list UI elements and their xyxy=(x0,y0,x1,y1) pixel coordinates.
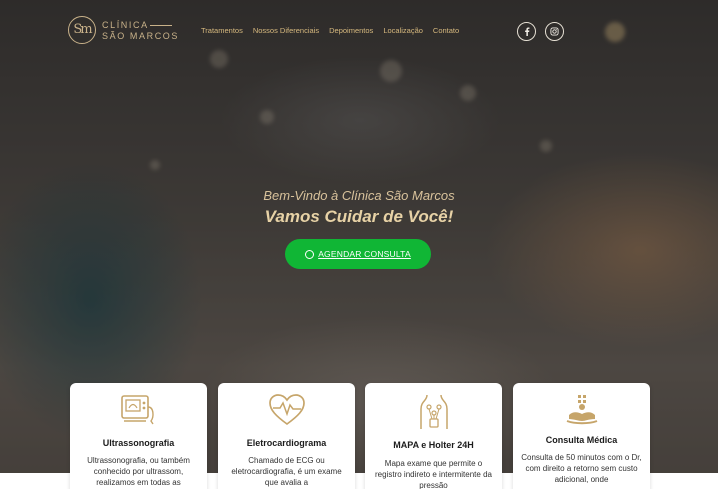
logo-line-2: SÃO MARCOS xyxy=(102,31,180,41)
holter-body-icon xyxy=(419,394,448,429)
heart-pulse-icon xyxy=(268,394,305,426)
schedule-appointment-label: AGENDAR CONSULTA xyxy=(318,249,411,259)
service-description: Chamado de ECG ou eletrocardiografia, é … xyxy=(231,456,342,487)
facebook-icon[interactable] xyxy=(517,22,536,41)
nav-localizacao[interactable]: Localização xyxy=(383,26,423,35)
service-description: Consulta de 50 minutos com o Dr, com dir… xyxy=(521,453,642,484)
whatsapp-icon xyxy=(305,249,315,259)
main-menu: Tratamentos Nossos Diferenciais Depoimen… xyxy=(201,26,459,35)
service-card-consulta-medica[interactable]: Consulta Médica Consulta de 50 minutos c… xyxy=(513,383,650,489)
clinic-logo[interactable]: Sm CLÍNICA SÃO MARCOS xyxy=(68,16,180,46)
logo-monogram: Sm xyxy=(68,16,96,44)
hero-title: Vamos Cuidar de Você! xyxy=(264,207,454,226)
nav-contato[interactable]: Contato xyxy=(433,26,459,35)
service-card-mapa-holter[interactable]: MAPA e Holter 24H Mapa exame que permite… xyxy=(365,383,502,489)
logo-line-1: CLÍNICA xyxy=(102,20,149,30)
service-title: Ultrassonografia xyxy=(102,438,175,448)
top-navbar: Sm CLÍNICA SÃO MARCOS Tratamentos Nossos… xyxy=(0,0,718,62)
schedule-appointment-button[interactable]: AGENDAR CONSULTA xyxy=(285,239,431,269)
nav-nossos-diferenciais[interactable]: Nossos Diferenciais xyxy=(253,26,319,35)
service-card-ultrassonografia[interactable]: Ultrassonografia Ultrassonografia, ou ta… xyxy=(70,383,207,489)
nav-tratamentos[interactable]: Tratamentos xyxy=(201,26,243,35)
logo-divider xyxy=(150,25,172,26)
ultrasound-machine-icon xyxy=(120,395,154,425)
service-title: MAPA e Holter 24H xyxy=(393,440,474,450)
instagram-icon[interactable] xyxy=(545,22,564,41)
service-title: Consulta Médica xyxy=(545,435,618,445)
nav-depoimentos[interactable]: Depoimentos xyxy=(329,26,373,35)
service-title: Eletrocardiograma xyxy=(246,438,327,448)
medical-care-hand-icon xyxy=(566,395,597,425)
service-card-eletrocardiograma[interactable]: Eletrocardiograma Chamado de ECG ou elet… xyxy=(218,383,355,489)
hero-subtitle: Bem-Vindo à Clínica São Marcos xyxy=(263,188,455,203)
service-description: Ultrassonografia, ou também conhecido po… xyxy=(87,456,190,487)
service-description: Mapa exame que permite o registro indire… xyxy=(375,459,492,489)
